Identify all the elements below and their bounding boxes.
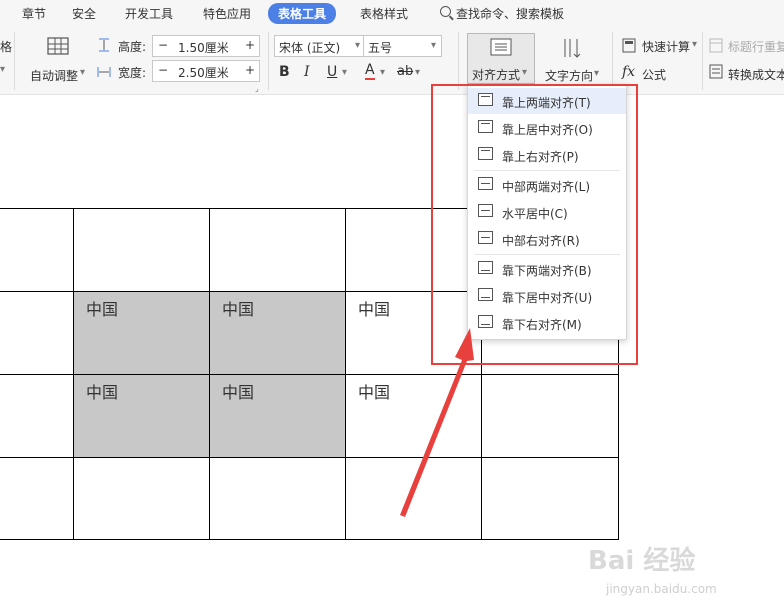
watermark-url: jingyan.baidu.com bbox=[606, 582, 717, 596]
watermark-logo: Bai 经验 bbox=[588, 546, 696, 576]
annotation-arrow-icon bbox=[400, 328, 474, 517]
